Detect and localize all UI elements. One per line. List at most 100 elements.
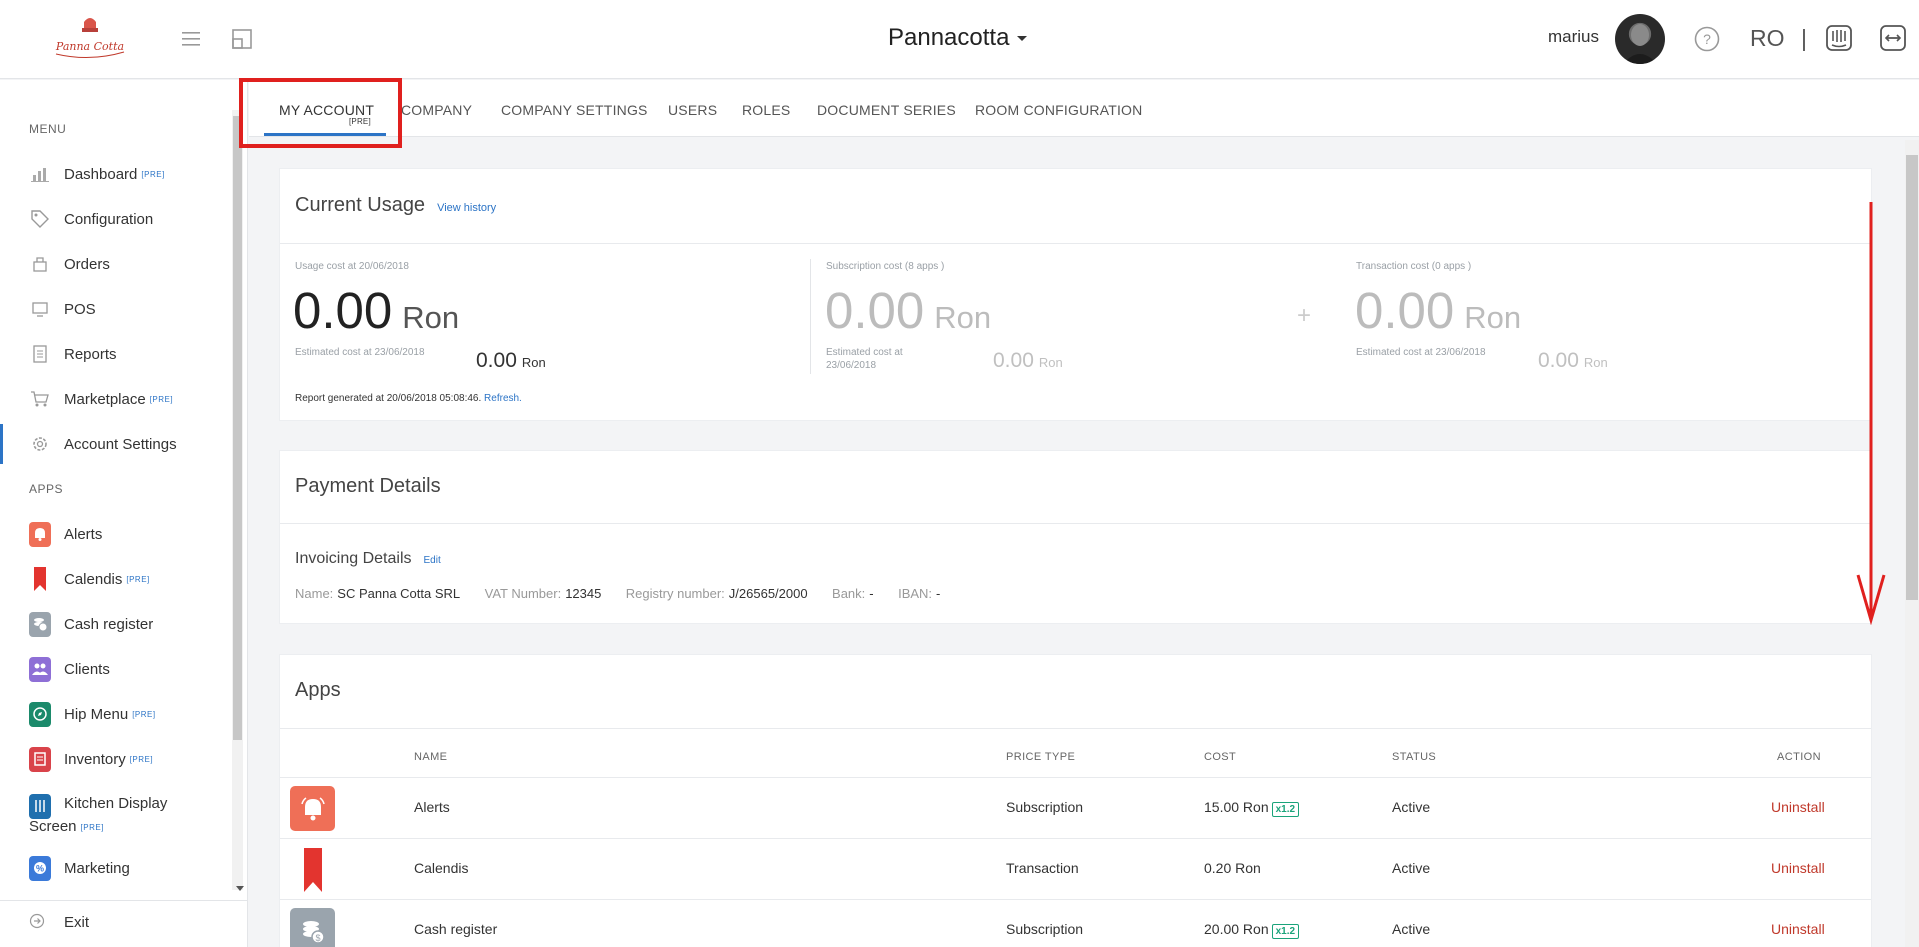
sidebar-item-inventory[interactable]: Inventory [PRE] bbox=[0, 739, 230, 779]
help-icon[interactable]: ? bbox=[1693, 25, 1721, 53]
company-logo[interactable]: Panna Cotta bbox=[48, 14, 132, 64]
sidebar-item-hip-menu[interactable]: Hip Menu [PRE] bbox=[0, 694, 230, 734]
bank-value: - bbox=[869, 586, 874, 601]
sidebar: MENU Dashboard [PRE] Configuration Orders… bbox=[0, 80, 248, 947]
app-status: Active bbox=[1392, 799, 1431, 815]
hamburger-menu-icon[interactable] bbox=[178, 26, 204, 52]
percent-icon: % bbox=[29, 855, 51, 881]
svg-text:?: ? bbox=[1703, 31, 1711, 47]
sidebar-item-reports[interactable]: Reports bbox=[0, 334, 230, 374]
sidebar-item-label: Configuration bbox=[64, 210, 154, 228]
language-switcher[interactable]: RO bbox=[1750, 25, 1785, 52]
scroll-down-arrow-icon[interactable] bbox=[236, 886, 244, 892]
app-cost: 0.20 Ron bbox=[1204, 860, 1261, 876]
sidebar-item-calendis[interactable]: Calendis [PRE] bbox=[0, 559, 230, 599]
payment-details-title: Payment Details bbox=[295, 475, 441, 497]
tab-room-configuration[interactable]: ROOM CONFIGURATION bbox=[975, 102, 1142, 118]
bank-label: Bank: bbox=[832, 586, 866, 601]
sidebar-item-clients[interactable]: Clients bbox=[0, 649, 230, 689]
tab-company-settings[interactable]: COMPANY SETTINGS bbox=[501, 102, 648, 118]
uninstall-button[interactable]: Uninstall bbox=[1771, 860, 1825, 876]
sidebar-item-configuration[interactable]: Configuration bbox=[0, 199, 230, 239]
column-header-action: ACTION bbox=[1777, 751, 1821, 763]
fullscreen-icon[interactable] bbox=[229, 26, 255, 52]
divider bbox=[280, 243, 1871, 244]
users-icon bbox=[29, 656, 51, 682]
payment-details-card: Payment Details Invoicing Details Edit Na… bbox=[279, 450, 1872, 624]
tab-roles[interactable]: ROLES bbox=[742, 102, 790, 118]
current-usage-card: Current Usage View history Usage cost at … bbox=[279, 168, 1872, 421]
edit-invoicing-link[interactable]: Edit bbox=[424, 555, 441, 566]
subscription-cost-value: 0.00 Ron bbox=[825, 281, 991, 340]
tab-users[interactable]: USERS bbox=[668, 102, 717, 118]
expand-width-icon[interactable] bbox=[1879, 24, 1907, 52]
app-price-type: Transaction bbox=[1006, 860, 1079, 876]
card-title: Current Usage View history bbox=[295, 194, 496, 217]
subscription-estimate-label-2: 23/06/2018 bbox=[826, 360, 877, 371]
company-switcher[interactable]: Pannacotta bbox=[888, 24, 1028, 52]
currency: Ron bbox=[1038, 355, 1063, 370]
exit-button[interactable]: Exit bbox=[0, 900, 248, 947]
plus-sign: + bbox=[1297, 302, 1312, 329]
sidebar-item-label: Marketing bbox=[64, 859, 130, 877]
usage-cost-value: 0.00 Ron bbox=[293, 281, 459, 340]
username[interactable]: marius bbox=[1548, 27, 1599, 47]
app-status: Active bbox=[1392, 860, 1431, 876]
coins-icon: $ bbox=[290, 908, 335, 947]
sidebar-item-orders[interactable]: Orders bbox=[0, 244, 230, 284]
pre-badge: [PRE] bbox=[80, 822, 104, 832]
avatar[interactable] bbox=[1615, 14, 1665, 64]
gear-icon bbox=[29, 433, 51, 455]
subscription-estimate-value: 0.00 Ron bbox=[993, 349, 1063, 373]
sidebar-item-kitchen-display-screen[interactable]: Kitchen Display Screen [PRE] bbox=[0, 786, 230, 844]
sidebar-item-alerts[interactable]: Alerts bbox=[0, 514, 230, 554]
uninstall-button[interactable]: Uninstall bbox=[1771, 799, 1825, 815]
subscription-amount: 0.00 bbox=[825, 282, 925, 339]
cost-value: 20.00 Ron bbox=[1204, 921, 1269, 937]
sidebar-item-account-settings[interactable]: Account Settings bbox=[0, 424, 230, 464]
sidebar-item-label: Kitchen Display bbox=[64, 795, 168, 812]
iban-label: IBAN: bbox=[898, 586, 933, 601]
name-value: SC Panna Cotta SRL bbox=[337, 586, 461, 601]
main-scrollbar-thumb[interactable] bbox=[1906, 155, 1918, 600]
sidebar-item-marketplace[interactable]: Marketplace [PRE] bbox=[0, 379, 230, 419]
sidebar-item-cash-register[interactable]: Cash register bbox=[0, 604, 230, 644]
sidebar-item-label: Calendis bbox=[64, 570, 123, 588]
currency: Ron bbox=[1464, 300, 1522, 335]
exit-label: Exit bbox=[64, 914, 90, 931]
app-name: Calendis bbox=[414, 860, 469, 876]
currency: Ron bbox=[521, 355, 546, 370]
apps-title: Apps bbox=[295, 679, 341, 701]
transaction-cost-label: Transaction cost (0 apps ) bbox=[1356, 261, 1472, 272]
usage-amount: 0.00 bbox=[293, 282, 393, 339]
view-history-link[interactable]: View history bbox=[437, 202, 496, 214]
currency: Ron bbox=[1583, 355, 1608, 370]
inventory-icon bbox=[29, 746, 51, 772]
company-name: Pannacotta bbox=[888, 24, 1010, 51]
tab-document-series[interactable]: DOCUMENT SERIES bbox=[817, 102, 956, 118]
refresh-link[interactable]: Refresh. bbox=[484, 393, 522, 404]
sidebar-scrollbar-thumb[interactable] bbox=[233, 116, 242, 740]
sidebar-item-pos[interactable]: POS bbox=[0, 289, 230, 329]
cost-value: 15.00 Ron bbox=[1204, 799, 1269, 815]
transaction-estimate-label: Estimated cost at 23/06/2018 bbox=[1356, 347, 1486, 358]
sidebar-item-marketing[interactable]: % Marketing bbox=[0, 848, 230, 888]
annotation-highlight-box bbox=[239, 78, 402, 148]
monitor-icon bbox=[29, 298, 51, 320]
top-bar: Panna Cotta Pannacotta marius ? RO | bbox=[0, 0, 1919, 79]
transaction-estimate-amount: 0.00 bbox=[1538, 349, 1579, 372]
sidebar-item-dashboard[interactable]: Dashboard [PRE] bbox=[0, 154, 230, 194]
registry-label: Registry number: bbox=[625, 586, 725, 601]
cart-icon bbox=[29, 388, 51, 410]
multiplier-badge: x1.2 bbox=[1271, 802, 1300, 817]
intercom-icon[interactable] bbox=[1825, 24, 1853, 52]
tab-company[interactable]: COMPANY bbox=[401, 102, 472, 118]
uninstall-button[interactable]: Uninstall bbox=[1771, 921, 1825, 937]
invoicing-details-line: Name: SC Panna Cotta SRL VAT Number: 12345… bbox=[295, 585, 960, 603]
app-cost: 15.00 Ron x1.2 bbox=[1204, 799, 1300, 817]
currency: Ron bbox=[402, 300, 460, 335]
invoicing-details-header: Invoicing Details Edit bbox=[295, 550, 441, 568]
app-status: Active bbox=[1392, 921, 1431, 937]
divider bbox=[280, 728, 1871, 729]
currency: Ron bbox=[934, 300, 992, 335]
